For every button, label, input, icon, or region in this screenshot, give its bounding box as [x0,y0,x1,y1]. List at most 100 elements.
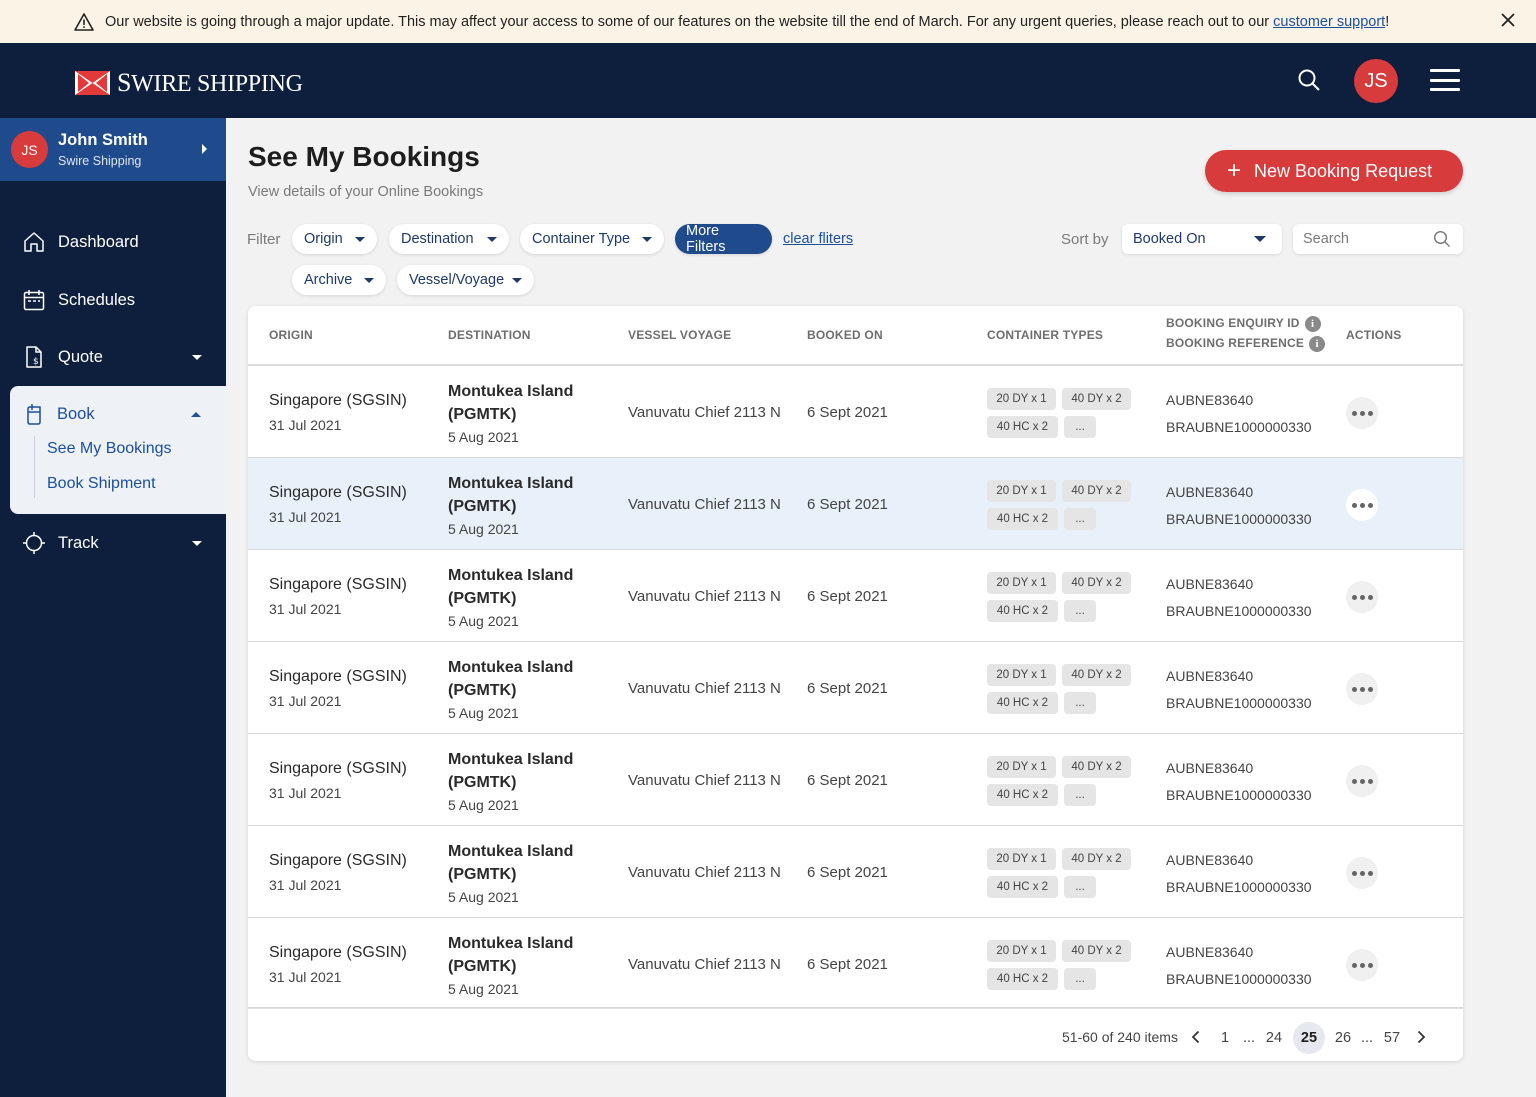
chevron-down-icon [1254,236,1266,242]
new-booking-request-button[interactable]: + New Booking Request [1205,150,1463,192]
container-tag: 20 DY x 1 [987,388,1056,410]
more-icon[interactable] [1346,673,1378,705]
table-row[interactable]: Singapore (SGSIN) 31 Jul 2021 Montukea Isl… [248,458,1463,550]
more-icon[interactable] [1346,857,1378,889]
info-icon[interactable]: i [1309,336,1326,352]
sidebar-item-dashboard[interactable]: Dashboard [0,222,226,262]
vessel-voyage: Vanuvatu Chief 2113 N [628,588,781,605]
sidebar-item-quote[interactable]: $ Quote [0,337,226,377]
col-actions: ACTIONS [1346,328,1402,342]
sort-select[interactable]: Booked On [1122,224,1282,254]
origin-port: Singapore (SGSIN) [269,668,407,685]
table-row[interactable]: Singapore (SGSIN) 31 Jul 2021 Montukea Isl… [248,366,1463,458]
destination-date: 5 Aug 2021 [448,613,519,629]
more-filters-button[interactable]: More Filters [675,223,772,255]
more-icon[interactable] [1346,765,1378,797]
col-vessel-voyage[interactable]: VESSEL VOYAGE [628,328,731,342]
search-icon[interactable] [1297,68,1321,92]
swire-shipping-logo[interactable]: SWIRE SHIPPING [75,68,303,98]
page-24[interactable]: 24 [1259,1023,1289,1053]
booked-on: 6 Sept 2021 [807,680,888,697]
booking-enquiry-id: AUBNE83640 [1166,668,1254,684]
table-row[interactable]: Singapore (SGSIN) 31 Jul 2021 Montukea Isl… [248,734,1463,826]
container-tag: 20 DY x 1 [987,940,1056,962]
container-tag: 40 HC x 2 [987,508,1058,530]
clear-filters-link[interactable]: clear fliters [783,231,853,247]
sidebar-item-schedules[interactable]: Schedules [0,280,226,320]
container-tag: 20 DY x 1 [987,664,1056,686]
search-input[interactable] [1293,224,1423,254]
more-icon[interactable] [1346,581,1378,613]
more-icon[interactable] [1346,949,1378,981]
container-tag: 40 DY x 2 [1062,480,1131,502]
sidebar-subitem-book-shipment[interactable]: Book Shipment [47,475,156,493]
more-icon[interactable] [1346,489,1378,521]
table-row[interactable]: Singapore (SGSIN) 31 Jul 2021 Montukea Isl… [248,918,1463,1008]
col-container-types[interactable]: CONTAINER TYPES [987,328,1103,342]
filter-container-type[interactable]: Container Type [520,224,664,254]
container-tag-more[interactable]: ... [1064,416,1096,438]
container-tag-more[interactable]: ... [1064,876,1096,898]
filter-vessel-voyage[interactable]: Vessel/Voyage [397,265,534,295]
user-company: Swire Shipping [58,154,142,168]
user-avatar[interactable]: JS [1354,59,1398,103]
chevron-right-icon[interactable] [1413,1029,1429,1045]
sidebar-item-label: Track [58,533,99,552]
vessel-voyage: Vanuvatu Chief 2113 N [628,864,781,881]
container-tag: 20 DY x 1 [987,756,1056,778]
hamburger-icon[interactable] [1430,69,1460,91]
col-destination[interactable]: DESTINATION [448,328,531,342]
track-icon [23,532,45,554]
booking-enquiry-id: AUBNE83640 [1166,576,1254,592]
container-tag: 40 DY x 2 [1062,572,1131,594]
container-tag-more[interactable]: ... [1064,692,1096,714]
destination-date: 5 Aug 2021 [448,521,519,537]
col-booking-enquiry-id[interactable]: BOOKING ENQUIRY ID i [1166,316,1321,332]
chevron-down-icon [487,237,497,242]
container-tag: 40 DY x 2 [1062,388,1131,410]
page-subtitle: View details of your Online Bookings [248,184,484,200]
table-row[interactable]: Singapore (SGSIN) 31 Jul 2021 Montukea Isl… [248,550,1463,642]
booking-enquiry-id: AUBNE83640 [1166,484,1254,500]
booking-reference: BRAUBNE1000000330 [1166,787,1312,803]
chevron-down-icon [192,354,202,360]
close-icon[interactable] [1500,12,1516,28]
page-25-current[interactable]: 25 [1293,1022,1325,1054]
container-tag-more[interactable]: ... [1064,600,1096,622]
origin-date: 31 Jul 2021 [269,877,342,893]
col-booked-on[interactable]: BOOKED ON [807,328,883,342]
search-icon[interactable] [1433,230,1451,248]
filter-origin[interactable]: Origin [292,224,377,254]
container-tag-more[interactable]: ... [1064,508,1096,530]
announcement-banner: Our website is going through a major upd… [0,0,1536,43]
chevron-down-icon [642,237,652,242]
user-profile[interactable]: JS John Smith Swire Shipping [0,118,226,181]
container-tag: 40 HC x 2 [987,968,1058,990]
booked-on: 6 Sept 2021 [807,588,888,605]
container-tag-more[interactable]: ... [1064,968,1096,990]
more-icon[interactable] [1346,397,1378,429]
chevron-left-icon[interactable] [1188,1029,1204,1045]
col-origin[interactable]: ORIGIN [269,328,313,342]
sidebar-item-track[interactable]: Track [0,523,226,563]
new-booking-label: New Booking Request [1254,160,1433,181]
table-row[interactable]: Singapore (SGSIN) 31 Jul 2021 Montukea Isl… [248,826,1463,918]
booking-enquiry-id: AUBNE83640 [1166,852,1254,868]
filter-archive[interactable]: Archive [292,265,386,295]
booking-enquiry-id: AUBNE83640 [1166,760,1254,776]
container-tag-more[interactable]: ... [1064,784,1096,806]
container-tag: 40 HC x 2 [987,600,1058,622]
booking-reference: BRAUBNE1000000330 [1166,419,1312,435]
table-row[interactable]: Singapore (SGSIN) 31 Jul 2021 Montukea Isl… [248,642,1463,734]
destination-port: Montukea Island (PGMTK) [448,659,574,699]
customer-support-link[interactable]: customer support [1273,14,1385,30]
warning-icon [74,12,94,31]
filter-destination[interactable]: Destination [389,224,509,254]
info-icon[interactable]: i [1304,316,1321,332]
col-booking-reference[interactable]: BOOKING REFERENCE i [1166,336,1326,352]
destination-date: 5 Aug 2021 [448,429,519,445]
page-57[interactable]: 57 [1377,1023,1407,1053]
sidebar-item-book[interactable]: Book See My Bookings Book Shipment [10,386,226,514]
sidebar-subitem-see-my-bookings[interactable]: See My Bookings [47,440,172,458]
origin-port: Singapore (SGSIN) [269,760,407,777]
